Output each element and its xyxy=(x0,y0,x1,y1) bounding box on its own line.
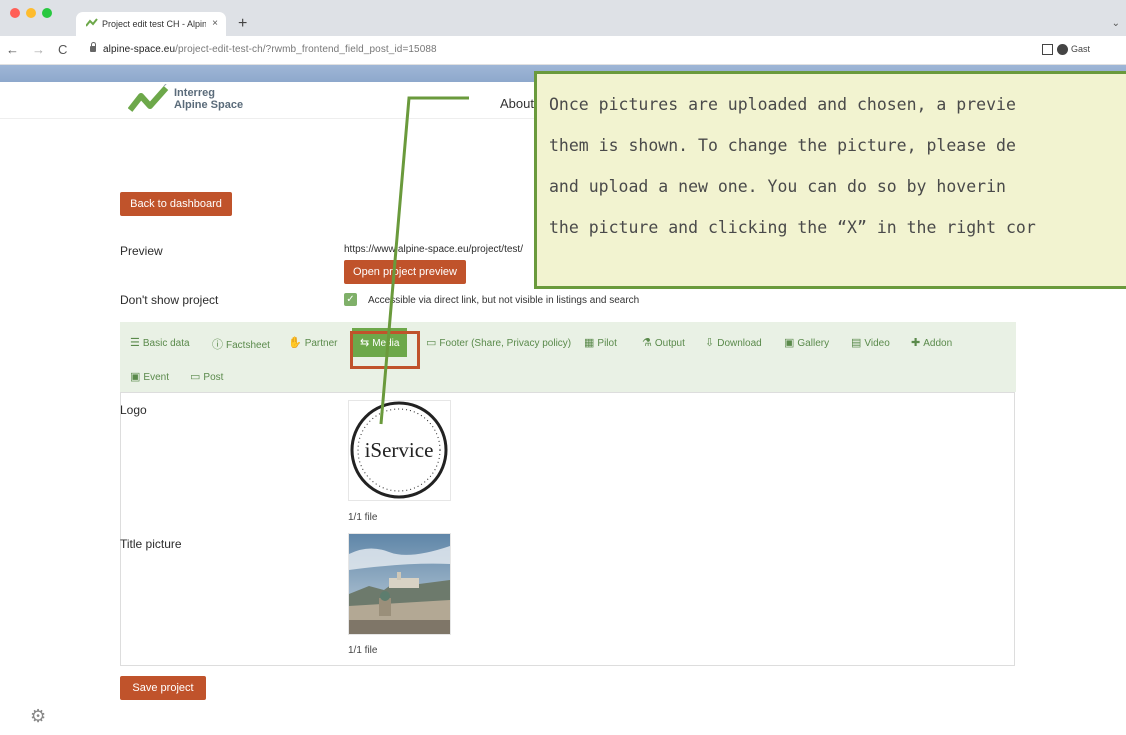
calendar-icon: ▣ xyxy=(130,371,141,383)
tab-gallery[interactable]: ▣ Gallery xyxy=(784,336,829,349)
logo-file-count: 1/1 file xyxy=(348,512,378,523)
tab-label: Download xyxy=(717,338,762,349)
logo-image-text: iService xyxy=(365,438,434,462)
tab-label: Post xyxy=(203,372,224,383)
reload-button[interactable]: C xyxy=(58,42,67,58)
tab-label: Footer (Share, Privacy policy) xyxy=(439,338,572,349)
video-icon: ▤ xyxy=(851,337,862,349)
handshake-icon: ✋ xyxy=(288,337,302,349)
forward-nav-button[interactable]: → xyxy=(32,42,45,58)
browser-tab-bar: Project edit test CH - Alpine S × + ⌄ xyxy=(0,0,1126,36)
logo-text-interreg: Interreg xyxy=(174,87,215,99)
tab-label: Output xyxy=(654,338,685,349)
url-field[interactable]: alpine-space.eu/project-edit-test-ch/?rw… xyxy=(103,44,437,55)
title-picture-file-count: 1/1 file xyxy=(348,645,378,656)
logo-thumbnail[interactable]: iService xyxy=(348,400,451,501)
callout-line-1: Once pictures are uploaded and chosen, a… xyxy=(549,95,1016,114)
tab-close-icon[interactable]: × xyxy=(212,12,218,36)
interreg-logo-icon[interactable] xyxy=(128,84,172,114)
tab-label: Event xyxy=(143,372,169,383)
list-icon: ☰ xyxy=(130,337,140,349)
tab-post[interactable]: ▭ Post xyxy=(190,370,223,383)
tab-label: Video xyxy=(864,338,890,349)
url-host: alpine-space.eu xyxy=(103,44,176,55)
profile-avatar-icon xyxy=(1057,44,1068,56)
back-nav-button[interactable]: ← xyxy=(6,42,19,58)
dont-show-description: Accessible via direct link, but not visi… xyxy=(368,295,640,306)
tab-menu-chevron-icon[interactable]: ⌄ xyxy=(1112,18,1120,29)
tab-download[interactable]: ⇩ Download xyxy=(705,336,762,349)
browser-tab[interactable]: Project edit test CH - Alpine S × xyxy=(76,12,226,36)
flask-icon: ⚗ xyxy=(642,337,652,349)
lock-icon xyxy=(90,42,96,52)
tab-addon[interactable]: ✚ Addon xyxy=(911,336,952,349)
title-picture-thumbnail[interactable] xyxy=(348,533,451,635)
media-panel xyxy=(120,392,1015,666)
logo-field-label: Logo xyxy=(120,403,147,417)
addon-icon: ✚ xyxy=(911,337,921,349)
tab-partner[interactable]: ✋ Partner xyxy=(288,336,338,349)
callout-line-2: them is shown. To change the picture, pl… xyxy=(549,136,1016,155)
tab-video[interactable]: ▤ Video xyxy=(851,336,890,349)
info-icon: ⓘ xyxy=(212,339,223,351)
tab-label: Gallery xyxy=(797,338,830,349)
tab-pilot[interactable]: ▦ Pilot xyxy=(584,336,617,349)
gear-icon[interactable]: ⚙ xyxy=(30,706,46,727)
tab-basic-data[interactable]: ☰ Basic data xyxy=(130,336,190,349)
preview-url[interactable]: https://www.alpine-space.eu/project/test… xyxy=(344,244,523,255)
profile-area[interactable]: Gast xyxy=(1042,44,1091,56)
edit-tabs-bar xyxy=(120,322,1016,392)
title-picture-image xyxy=(349,534,450,634)
open-project-preview-button[interactable]: Open project preview xyxy=(344,260,466,284)
back-to-dashboard-button[interactable]: Back to dashboard xyxy=(120,192,232,216)
tab-search-icon xyxy=(1042,44,1053,56)
tab-label: Pilot xyxy=(597,338,617,349)
title-picture-label: Title picture xyxy=(120,537,182,551)
minimize-window-button[interactable] xyxy=(26,8,36,18)
preview-label: Preview xyxy=(120,244,163,258)
footer-icon: ▭ xyxy=(426,337,437,349)
tab-label: Factsheet xyxy=(226,340,270,351)
new-tab-button[interactable]: + xyxy=(238,12,247,36)
tab-title: Project edit test CH - Alpine S xyxy=(102,19,206,29)
favicon-icon xyxy=(86,18,98,27)
tab-event[interactable]: ▣ Event xyxy=(130,370,169,383)
maximize-window-button[interactable] xyxy=(42,8,52,18)
tab-factsheet[interactable]: ⓘ Factsheet xyxy=(212,336,270,352)
tab-label: Addon xyxy=(923,338,953,349)
callout-text: Once pictures are uploaded and chosen, a… xyxy=(549,84,1126,248)
logo-image: iService xyxy=(350,401,448,499)
address-bar-row: ← → C alpine-space.eu/project-edit-test-… xyxy=(0,36,1126,65)
tab-output[interactable]: ⚗ Output xyxy=(642,336,685,349)
instruction-callout: Once pictures are uploaded and chosen, a… xyxy=(534,71,1126,289)
tab-label: Partner xyxy=(304,338,338,349)
dont-show-checkbox[interactable]: ✓ xyxy=(344,293,357,306)
nav-about-link[interactable]: About xyxy=(500,96,534,111)
dont-show-project-label: Don't show project xyxy=(120,293,219,307)
map-icon: ▦ xyxy=(584,337,595,349)
post-icon: ▭ xyxy=(190,371,201,383)
tab-label: Basic data xyxy=(142,338,190,349)
callout-line-3: and upload a new one. You can do so by h… xyxy=(549,177,1006,196)
callout-line-4: the picture and clicking the “X” in the … xyxy=(549,218,1036,237)
profile-label: Gast xyxy=(1071,44,1091,54)
save-project-button[interactable]: Save project xyxy=(120,676,206,700)
media-tab-highlight xyxy=(350,331,420,369)
close-window-button[interactable] xyxy=(10,8,20,18)
logo-text-alpine-space: Alpine Space xyxy=(174,99,244,111)
download-icon: ⇩ xyxy=(705,337,715,349)
gallery-icon: ▣ xyxy=(784,337,795,349)
tab-footer[interactable]: ▭ Footer (Share, Privacy policy) xyxy=(426,336,571,349)
url-path: /project-edit-test-ch/?rwmb_frontend_fie… xyxy=(175,44,437,55)
